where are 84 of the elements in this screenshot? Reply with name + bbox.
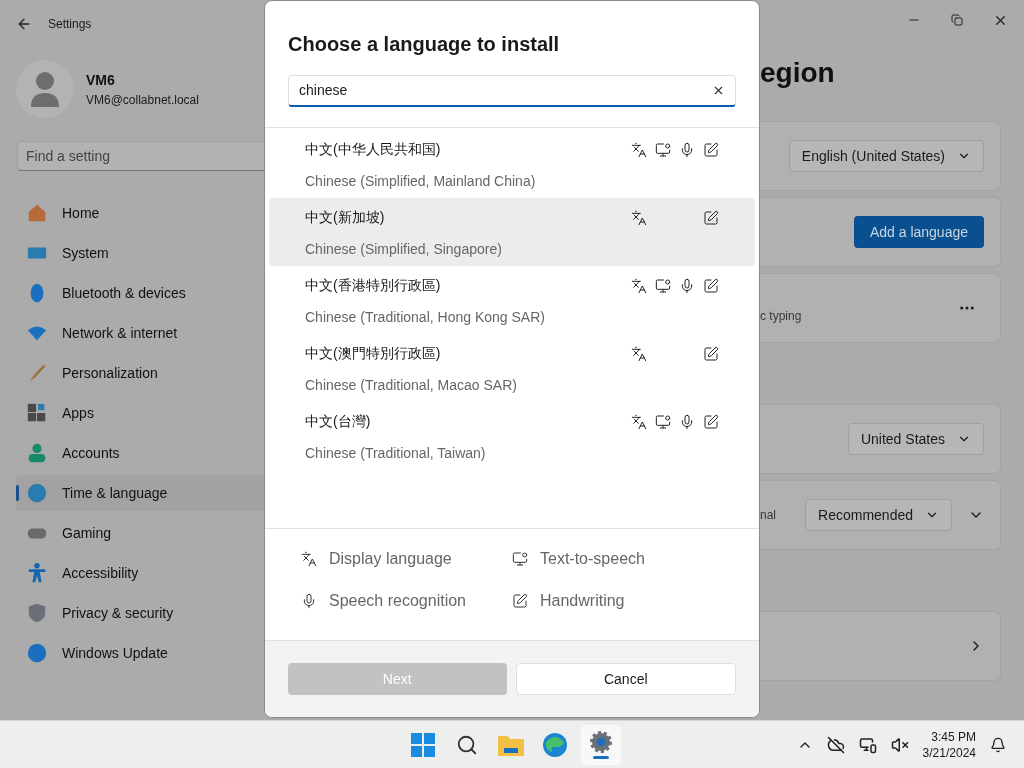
card-subtitle: c typing (760, 308, 802, 325)
clock-time[interactable]: 3:45 PM (931, 728, 976, 745)
folder-icon[interactable] (498, 733, 524, 756)
microphone-icon (301, 593, 317, 609)
nav-item[interactable]: Accounts (16, 435, 264, 471)
language-icon (301, 551, 317, 567)
nav-item[interactable]: Personalization (16, 355, 264, 391)
nav-item[interactable]: Time & language (16, 475, 264, 511)
monitor-icon (655, 142, 671, 158)
clock-date[interactable]: 3/21/2024 (922, 744, 976, 761)
back-icon[interactable] (16, 16, 32, 32)
search-input[interactable]: chinese (299, 80, 712, 101)
clear-icon[interactable] (712, 84, 725, 97)
language-name: Chinese (Simplified, Mainland China) (305, 172, 537, 191)
accessibility-icon (26, 562, 48, 584)
add-language-button[interactable]: Add a language (853, 216, 984, 248)
language-name: Chinese (Traditional, Hong Kong SAR) (305, 308, 546, 327)
card-subtitle: nal (760, 507, 776, 524)
pen-icon (703, 346, 719, 362)
microphone-icon (679, 278, 695, 294)
language-item[interactable]: 中文(新加坡) Chinese (Simplified, Singapore) (269, 198, 755, 266)
dialog-title: Choose a language to install (288, 32, 561, 57)
pen-icon (703, 278, 719, 294)
legend-label: Display language (329, 549, 452, 569)
dropdown[interactable]: United States (847, 423, 984, 455)
dropdown[interactable]: Recommended (805, 499, 952, 531)
gear-icon[interactable] (589, 730, 613, 754)
nav-item[interactable]: Accessibility (16, 555, 264, 591)
microphone-icon (679, 142, 695, 158)
network-icon[interactable] (858, 735, 877, 754)
language-icon (631, 414, 647, 430)
language-name: Chinese (Traditional, Macao SAR) (305, 376, 518, 395)
nav-item[interactable]: Bluetooth & devices (16, 275, 264, 311)
nav-item[interactable]: Apps (16, 395, 264, 431)
volume-muted-icon[interactable] (890, 735, 909, 754)
account-email: VM6@collabnet.local (86, 91, 199, 109)
cancel-button[interactable]: Cancel (515, 663, 736, 695)
active-indicator (593, 756, 609, 759)
apps-icon (26, 402, 48, 424)
shield-icon (26, 602, 48, 624)
search-field[interactable]: Find a setting (17, 141, 264, 171)
pen-icon (703, 142, 719, 158)
house-icon (26, 202, 48, 224)
window-title: Settings (48, 16, 92, 33)
native-name: 中文(中华人民共和国) (305, 140, 442, 159)
language-name: Chinese (Simplified, Singapore) (305, 240, 503, 259)
legend-label: Handwriting (540, 591, 625, 611)
language-icon (631, 346, 647, 362)
monitor-icon (655, 414, 671, 430)
search-field[interactable]: chinese (288, 75, 736, 107)
bell-icon[interactable] (990, 736, 1006, 753)
language-icon (631, 278, 647, 294)
legend-label: Speech recognition (329, 591, 466, 611)
nav-item[interactable]: Network & internet (16, 315, 264, 351)
person-icon (26, 442, 48, 464)
nav-item[interactable]: Home (16, 195, 264, 231)
language-icon (631, 142, 647, 158)
windows-icon[interactable] (411, 732, 435, 757)
dropdown[interactable]: English (United States) (788, 140, 984, 172)
nav-item[interactable]: Windows Update (16, 635, 264, 671)
cloud-off-icon[interactable] (826, 735, 845, 754)
microphone-icon (679, 414, 695, 430)
native-name: 中文(澳門特別行政區) (305, 344, 442, 363)
legend-label: Text-to-speech (540, 549, 645, 569)
search-input[interactable]: Find a setting (26, 145, 264, 167)
restore-icon[interactable] (951, 14, 963, 26)
search-icon[interactable] (456, 733, 478, 756)
monitor-icon (655, 278, 671, 294)
language-name: Chinese (Traditional, Taiwan) (305, 444, 487, 463)
nav-item[interactable]: Privacy & security (16, 595, 264, 631)
person-icon (29, 71, 61, 107)
language-icon (631, 210, 647, 226)
pen-icon (703, 414, 719, 430)
native-name: 中文(香港特別行政區) (305, 276, 442, 295)
pen-icon (512, 593, 528, 609)
native-name: 中文(台灣) (305, 412, 372, 431)
nav-item[interactable]: System (16, 235, 264, 271)
browser-icon[interactable] (542, 731, 568, 758)
nav-item[interactable]: Gaming (16, 515, 264, 551)
account-name: VM6 (86, 70, 116, 90)
page-title: egion (760, 57, 836, 89)
native-name: 中文(新加坡) (305, 208, 386, 227)
pen-icon (703, 210, 719, 226)
monitor-icon (512, 551, 528, 567)
